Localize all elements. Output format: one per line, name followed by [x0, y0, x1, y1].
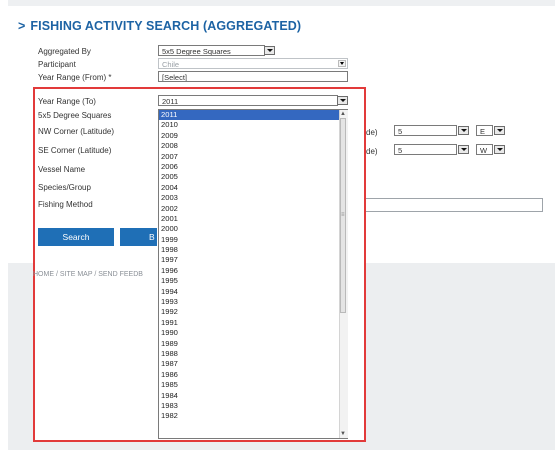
dropdown-option[interactable]: 2006: [159, 162, 347, 172]
dropdown-option[interactable]: 1993: [159, 297, 347, 307]
dropdown-option[interactable]: 2003: [159, 193, 347, 203]
footer-links[interactable]: HOME / SITE MAP / SEND FEEDB: [33, 271, 143, 278]
aggregated-by-select[interactable]: 5x5 Degree Squares: [158, 45, 265, 56]
dropdown-option[interactable]: 2007: [159, 152, 347, 162]
nw-longitude-select[interactable]: 5: [394, 125, 457, 136]
dropdown-option[interactable]: 1982: [159, 411, 347, 421]
se-corner-label: SE Corner (Latitude): [38, 146, 112, 155]
aggregated-by-value: 5x5 Degree Squares: [162, 47, 231, 56]
dropdown-option[interactable]: 2002: [159, 204, 347, 214]
dropdown-option[interactable]: 1991: [159, 318, 347, 328]
participant-select[interactable]: Chile: [158, 58, 348, 69]
grip-icon: ≡: [341, 212, 345, 218]
vessel-name-label: Vessel Name: [38, 165, 86, 174]
nw-direction-value: E: [480, 127, 486, 136]
dropdown-option[interactable]: 1995: [159, 276, 347, 286]
dropdown-option[interactable]: 1985: [159, 380, 347, 390]
scroll-down-icon[interactable]: ▼: [340, 430, 346, 438]
chevron-down-icon[interactable]: [337, 96, 348, 105]
dropdown-option[interactable]: 1986: [159, 370, 347, 380]
chevron-down-icon[interactable]: [494, 145, 505, 154]
dropdown-option[interactable]: 2010: [159, 120, 347, 130]
participant-value: Chile: [162, 60, 180, 69]
dropdown-option[interactable]: 2004: [159, 183, 347, 193]
se-longitude-select[interactable]: 5: [394, 144, 457, 155]
chevron-down-icon[interactable]: [458, 145, 469, 154]
dropdown-option[interactable]: 1984: [159, 391, 347, 401]
nw-longitude-label: de): [366, 128, 378, 137]
year-from-label: Year Range (From) *: [38, 73, 112, 82]
page-title-text: FISHING ACTIVITY SEARCH (AGGREGATED): [30, 19, 302, 33]
page-title: > FISHING ACTIVITY SEARCH (AGGREGATED): [18, 19, 301, 33]
chevron-right-icon: >: [18, 19, 26, 33]
fishing-method-label: Fishing Method: [38, 200, 93, 209]
scroll-up-icon[interactable]: ▲: [340, 110, 346, 118]
year-to-value: 2011: [162, 97, 179, 106]
dropdown-option[interactable]: 1997: [159, 255, 347, 265]
year-from-select[interactable]: [Select]: [158, 71, 348, 82]
nw-longitude-value: 5: [398, 127, 403, 136]
dropdown-option[interactable]: 1990: [159, 328, 347, 338]
year-from-value: [Select]: [162, 73, 188, 82]
chevron-down-icon[interactable]: [264, 46, 275, 55]
dropdown-option[interactable]: 2000: [159, 224, 347, 234]
dropdown-option[interactable]: 1988: [159, 349, 347, 359]
se-longitude-label: de): [366, 147, 378, 156]
dropdown-option[interactable]: 2005: [159, 172, 347, 182]
nw-corner-label: NW Corner (Latitude): [38, 127, 115, 136]
dropdown-option[interactable]: 2001: [159, 214, 347, 224]
year-to-select[interactable]: 2011: [158, 95, 338, 106]
se-longitude-value: 5: [398, 146, 403, 155]
fishing-method-input[interactable]: [350, 198, 543, 212]
dropdown-option[interactable]: 1999: [159, 235, 347, 245]
second-button[interactable]: B: [120, 228, 157, 246]
dropdown-option[interactable]: 1989: [159, 339, 347, 349]
nw-direction-select[interactable]: E: [476, 125, 493, 136]
se-direction-value: W: [480, 146, 488, 155]
dropdown-option[interactable]: 1992: [159, 307, 347, 317]
chevron-down-icon: [338, 60, 346, 67]
year-to-label: Year Range (To): [38, 97, 96, 106]
chevron-down-icon[interactable]: [494, 126, 505, 135]
species-group-label: Species/Group: [38, 183, 91, 192]
aggregated-by-label: Aggregated By: [38, 47, 91, 56]
top-bar: [8, 0, 555, 6]
chevron-down-icon[interactable]: [458, 126, 469, 135]
dropdown-option[interactable]: 1994: [159, 287, 347, 297]
squares-label: 5x5 Degree Squares: [38, 111, 112, 120]
dropdown-option[interactable]: 1996: [159, 266, 347, 276]
dropdown-option[interactable]: 1998: [159, 245, 347, 255]
participant-label: Participant: [38, 60, 76, 69]
dropdown-option[interactable]: 2009: [159, 131, 347, 141]
dropdown-option[interactable]: 1983: [159, 401, 347, 411]
search-button[interactable]: Search: [38, 228, 114, 246]
dropdown-option[interactable]: 1987: [159, 359, 347, 369]
dropdown-option[interactable]: 2011: [159, 110, 347, 121]
dropdown-option[interactable]: 2008: [159, 141, 347, 151]
year-to-dropdown-list[interactable]: 2011 2010 2009 2008 2007 2006 2005 2004 2003 2002…: [158, 109, 348, 439]
se-direction-select[interactable]: W: [476, 144, 493, 155]
